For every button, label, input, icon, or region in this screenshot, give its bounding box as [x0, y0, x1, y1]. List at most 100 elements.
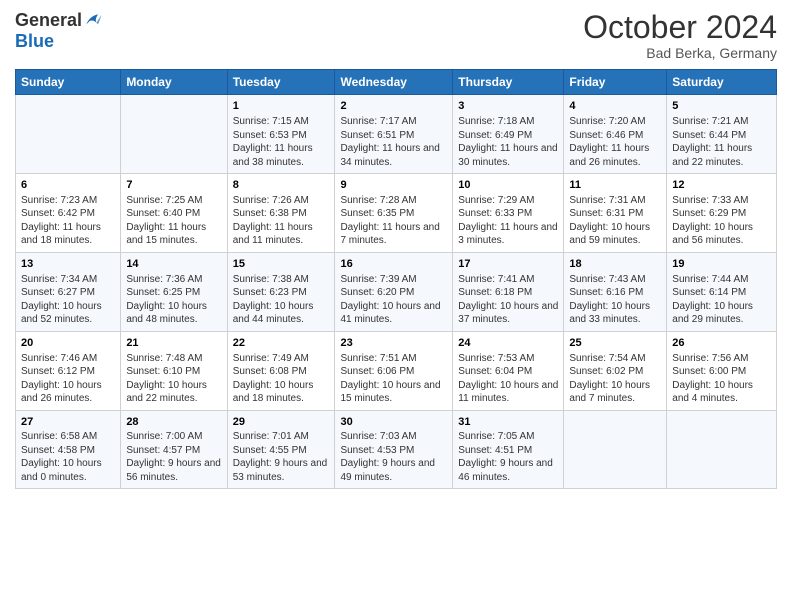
day-number: 27: [21, 415, 115, 430]
day-number: 11: [569, 178, 661, 193]
day-number: 21: [126, 336, 221, 351]
cell-1-5: 3 Sunrise: 7:18 AMSunset: 6:49 PMDaylight…: [453, 95, 564, 174]
col-tuesday: Tuesday: [227, 70, 335, 95]
sunrise-text: Sunrise: 7:31 AMSunset: 6:31 PMDaylight:…: [569, 195, 650, 247]
col-monday: Monday: [121, 70, 227, 95]
cell-5-3: 29Sunrise: 7:01 AMSunset: 4:55 PMDayligh…: [227, 410, 335, 489]
sunrise-text: Sunrise: 7:05 AMSunset: 4:51 PMDaylight:…: [458, 431, 553, 483]
sunrise-text: Sunrise: 7:20 AMSunset: 6:46 PMDaylight:…: [569, 116, 649, 168]
cell-4-1: 20 Sunrise: 7:46 AMSunset: 6:12 PMDayligh…: [16, 331, 121, 410]
page: General Blue October 2024 Bad Berka, Ger…: [0, 0, 792, 612]
day-number: 19: [672, 257, 771, 272]
cell-1-7: 5 Sunrise: 7:21 AMSunset: 6:44 PMDaylight…: [667, 95, 777, 174]
sunrise-text: Sunrise: 7:21 AMSunset: 6:44 PMDaylight:…: [672, 116, 752, 168]
day-number: 26: [672, 336, 771, 351]
day-number: 8: [233, 178, 330, 193]
cell-1-6: 4 Sunrise: 7:20 AMSunset: 6:46 PMDaylight…: [564, 95, 667, 174]
header-row: Sunday Monday Tuesday Wednesday Thursday…: [16, 70, 777, 95]
sunrise-text: Sunrise: 7:48 AMSunset: 6:10 PMDaylight:…: [126, 353, 207, 405]
cell-4-7: 26 Sunrise: 7:56 AMSunset: 6:00 PMDayligh…: [667, 331, 777, 410]
sunrise-text: Sunrise: 7:29 AMSunset: 6:33 PMDaylight:…: [458, 195, 557, 247]
main-title: October 2024: [583, 10, 777, 45]
week-row-4: 20 Sunrise: 7:46 AMSunset: 6:12 PMDayligh…: [16, 331, 777, 410]
cell-4-4: 23 Sunrise: 7:51 AMSunset: 6:06 PMDayligh…: [335, 331, 453, 410]
sunrise-text: Sunrise: 7:53 AMSunset: 6:04 PMDaylight:…: [458, 353, 558, 405]
day-number: 16: [340, 257, 447, 272]
sunrise-text: Sunrise: 7:43 AMSunset: 6:16 PMDaylight:…: [569, 274, 650, 326]
sunrise-text: Sunrise: 7:49 AMSunset: 6:08 PMDaylight:…: [233, 353, 314, 405]
sunrise-text: Sunrise: 7:25 AMSunset: 6:40 PMDaylight:…: [126, 195, 206, 247]
cell-1-3: 1Sunrise: 7:15 AMSunset: 6:53 PMDaylight…: [227, 95, 335, 174]
sunrise-text: Sunrise: 7:01 AMSunset: 4:55 PMDaylight:…: [233, 431, 328, 483]
cell-3-5: 17Sunrise: 7:41 AMSunset: 6:18 PMDayligh…: [453, 252, 564, 331]
day-number: 18: [569, 257, 661, 272]
sunrise-text: Sunrise: 7:28 AMSunset: 6:35 PMDaylight:…: [340, 195, 439, 247]
day-number: 4: [569, 99, 661, 114]
day-number: 15: [233, 257, 330, 272]
sunrise-text: Sunrise: 7:23 AMSunset: 6:42 PMDaylight:…: [21, 195, 101, 247]
cell-4-2: 21 Sunrise: 7:48 AMSunset: 6:10 PMDayligh…: [121, 331, 227, 410]
sunrise-text: Sunrise: 7:17 AMSunset: 6:51 PMDaylight:…: [340, 116, 439, 168]
day-number: 29: [233, 415, 330, 430]
cell-5-7: [667, 410, 777, 489]
cell-4-5: 24Sunrise: 7:53 AMSunset: 6:04 PMDayligh…: [453, 331, 564, 410]
sunrise-text: Sunrise: 7:00 AMSunset: 4:57 PMDaylight:…: [126, 431, 221, 483]
sunrise-text: Sunrise: 7:18 AMSunset: 6:49 PMDaylight:…: [458, 116, 557, 168]
cell-3-6: 18 Sunrise: 7:43 AMSunset: 6:16 PMDayligh…: [564, 252, 667, 331]
logo-bird-icon: [83, 11, 103, 31]
day-number: 30: [340, 415, 447, 430]
sunrise-text: Sunrise: 7:38 AMSunset: 6:23 PMDaylight:…: [233, 274, 314, 326]
cell-3-4: 16 Sunrise: 7:39 AMSunset: 6:20 PMDayligh…: [335, 252, 453, 331]
day-number: 13: [21, 257, 115, 272]
cell-5-4: 30Sunrise: 7:03 AMSunset: 4:53 PMDayligh…: [335, 410, 453, 489]
cell-2-6: 11 Sunrise: 7:31 AMSunset: 6:31 PMDayligh…: [564, 174, 667, 253]
title-block: October 2024 Bad Berka, Germany: [583, 10, 777, 61]
day-number: 14: [126, 257, 221, 272]
cell-4-3: 22Sunrise: 7:49 AMSunset: 6:08 PMDayligh…: [227, 331, 335, 410]
day-number: 17: [458, 257, 558, 272]
sunrise-text: Sunrise: 7:46 AMSunset: 6:12 PMDaylight:…: [21, 353, 102, 405]
header: General Blue October 2024 Bad Berka, Ger…: [15, 10, 777, 61]
cell-1-4: 2Sunrise: 7:17 AMSunset: 6:51 PMDaylight…: [335, 95, 453, 174]
day-number: 1: [233, 99, 330, 114]
sunrise-text: Sunrise: 6:58 AMSunset: 4:58 PMDaylight:…: [21, 431, 102, 483]
location-subtitle: Bad Berka, Germany: [583, 45, 777, 61]
sunrise-text: Sunrise: 7:51 AMSunset: 6:06 PMDaylight:…: [340, 353, 440, 405]
day-number: 20: [21, 336, 115, 351]
cell-2-1: 6Sunrise: 7:23 AMSunset: 6:42 PMDaylight…: [16, 174, 121, 253]
col-wednesday: Wednesday: [335, 70, 453, 95]
logo-blue: Blue: [15, 31, 54, 52]
sunrise-text: Sunrise: 7:54 AMSunset: 6:02 PMDaylight:…: [569, 353, 650, 405]
cell-5-2: 28Sunrise: 7:00 AMSunset: 4:57 PMDayligh…: [121, 410, 227, 489]
sunrise-text: Sunrise: 7:36 AMSunset: 6:25 PMDaylight:…: [126, 274, 207, 326]
cell-3-2: 14 Sunrise: 7:36 AMSunset: 6:25 PMDayligh…: [121, 252, 227, 331]
day-number: 31: [458, 415, 558, 430]
cell-1-1: [16, 95, 121, 174]
week-row-5: 27Sunrise: 6:58 AMSunset: 4:58 PMDayligh…: [16, 410, 777, 489]
day-number: 12: [672, 178, 771, 193]
cell-5-1: 27Sunrise: 6:58 AMSunset: 4:58 PMDayligh…: [16, 410, 121, 489]
sunrise-text: Sunrise: 7:39 AMSunset: 6:20 PMDaylight:…: [340, 274, 440, 326]
cell-3-1: 13Sunrise: 7:34 AMSunset: 6:27 PMDayligh…: [16, 252, 121, 331]
col-thursday: Thursday: [453, 70, 564, 95]
day-number: 5: [672, 99, 771, 114]
day-number: 10: [458, 178, 558, 193]
cell-1-2: [121, 95, 227, 174]
cell-5-6: [564, 410, 667, 489]
day-number: 7: [126, 178, 221, 193]
day-number: 3: [458, 99, 558, 114]
cell-4-6: 25Sunrise: 7:54 AMSunset: 6:02 PMDayligh…: [564, 331, 667, 410]
cell-2-2: 7 Sunrise: 7:25 AMSunset: 6:40 PMDaylight…: [121, 174, 227, 253]
cell-2-3: 8 Sunrise: 7:26 AMSunset: 6:38 PMDaylight…: [227, 174, 335, 253]
day-number: 9: [340, 178, 447, 193]
week-row-2: 6Sunrise: 7:23 AMSunset: 6:42 PMDaylight…: [16, 174, 777, 253]
sunrise-text: Sunrise: 7:56 AMSunset: 6:00 PMDaylight:…: [672, 353, 753, 405]
cell-2-5: 10 Sunrise: 7:29 AMSunset: 6:33 PMDayligh…: [453, 174, 564, 253]
logo: General Blue: [15, 10, 103, 52]
day-number: 23: [340, 336, 447, 351]
sunrise-text: Sunrise: 7:26 AMSunset: 6:38 PMDaylight:…: [233, 195, 313, 247]
sunrise-text: Sunrise: 7:44 AMSunset: 6:14 PMDaylight:…: [672, 274, 753, 326]
calendar-table: Sunday Monday Tuesday Wednesday Thursday…: [15, 69, 777, 489]
cell-3-7: 19 Sunrise: 7:44 AMSunset: 6:14 PMDayligh…: [667, 252, 777, 331]
col-saturday: Saturday: [667, 70, 777, 95]
